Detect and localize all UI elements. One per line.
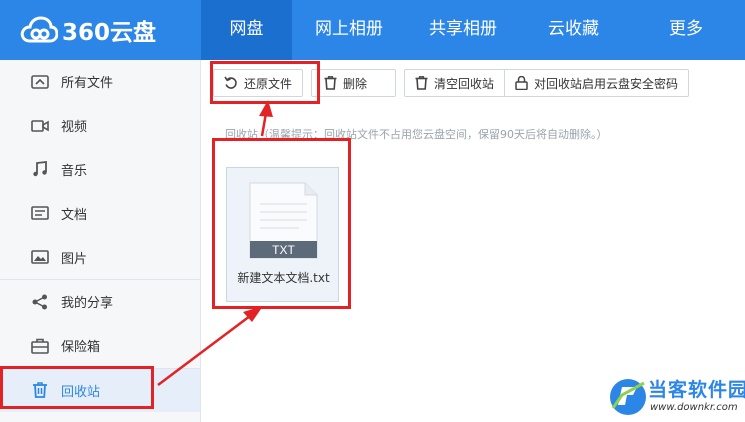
all-files-icon [30,72,50,92]
sidebar-item-label: 我的分享 [61,296,114,312]
video-icon [30,116,50,136]
file-name: 新建文本文档.txt [237,271,330,285]
watermark: 当客软件园 www.downkr.com [606,372,745,422]
empty-recycle-bin-label: 清空回收站 [434,76,495,91]
txt-file-icon: TXT [249,182,318,259]
image-icon [30,247,50,267]
sidebar-item-label: 图片 [61,251,88,267]
sidebar-item-music[interactable]: 音乐 [0,148,200,192]
sidebar-item-all-files[interactable]: 所有文件 [0,60,200,104]
lock-icon [515,76,528,90]
top-bar: 360云盘 网盘 网上相册 共享相册 云收藏 更多 [0,0,745,60]
nav-tab-shared-album[interactable]: 共享相册 [406,0,520,60]
sidebar-item-label: 所有文件 [61,76,114,92]
delete-button[interactable]: 删除 [311,69,397,97]
trash-icon [324,76,337,90]
sidebar-item-label: 音乐 [61,163,88,179]
recycle-actions-group: 清空回收站 对回收站启用云盘安全密码 [404,69,690,97]
document-icon [30,203,50,223]
music-icon [30,159,50,179]
file-type-label: TXT [272,243,295,257]
trash-icon [30,380,50,400]
share-icon [30,292,50,312]
file-item[interactable]: TXT 新建文本文档.txt [226,167,339,302]
restore-file-label: 还原文件 [244,76,293,91]
empty-recycle-bin-button[interactable]: 清空回收站 [405,70,505,96]
enable-password-button[interactable]: 对回收站启用云盘安全密码 [505,70,689,96]
restore-icon [224,76,238,90]
nav-tab-cloud-favorites[interactable]: 云收藏 [520,0,627,60]
restore-file-button[interactable]: 还原文件 [213,69,304,97]
app-logo[interactable]: 360云盘 [20,12,156,48]
recycle-notice: 回收站（温馨提示：回收站文件不占用您云盘空间，保留90天后将自动删除。） [225,128,608,141]
sidebar-item-images[interactable]: 图片 [0,235,200,279]
watermark-logo-icon [610,379,646,415]
sidebar-item-recycle-bin[interactable]: 回收站 [0,368,200,413]
sidebar-item-label: 保险箱 [61,340,101,356]
trash-icon [415,76,428,90]
sidebar-item-label: 文档 [61,207,88,223]
app-logo-text: 360云盘 [62,20,157,46]
nav-tab-netdisk[interactable]: 网盘 [201,0,292,60]
enable-password-label: 对回收站启用云盘安全密码 [534,76,679,91]
delete-label: 删除 [343,76,368,91]
main-nav: 网盘 网上相册 共享相册 云收藏 更多 [201,0,745,60]
sidebar: 所有文件 视频 音乐 文档 图片 我的分享 保险箱 回收站 [0,60,201,422]
sidebar-item-video[interactable]: 视频 [0,104,200,148]
cloud-logo-icon [20,16,58,43]
sidebar-item-label: 视频 [61,120,88,136]
sidebar-item-label: 回收站 [61,384,101,400]
sidebar-item-documents[interactable]: 文档 [0,191,200,235]
nav-tab-more[interactable]: 更多 [627,0,745,60]
sidebar-item-safe-box[interactable]: 保险箱 [0,324,200,368]
nav-tab-online-album[interactable]: 网上相册 [292,0,406,60]
sidebar-item-my-share[interactable]: 我的分享 [0,280,200,324]
safe-box-icon [30,336,50,356]
recycle-toolbar: 还原文件 删除 清空回收站 对回收站启用云盘安全密码 [213,69,690,99]
watermark-url: www.downkr.com [650,402,738,413]
watermark-title: 当客软件园 [648,379,745,401]
main-content: 还原文件 删除 清空回收站 对回收站启用云盘安全密码 回收站（温馨提示：回收站文… [201,60,745,422]
